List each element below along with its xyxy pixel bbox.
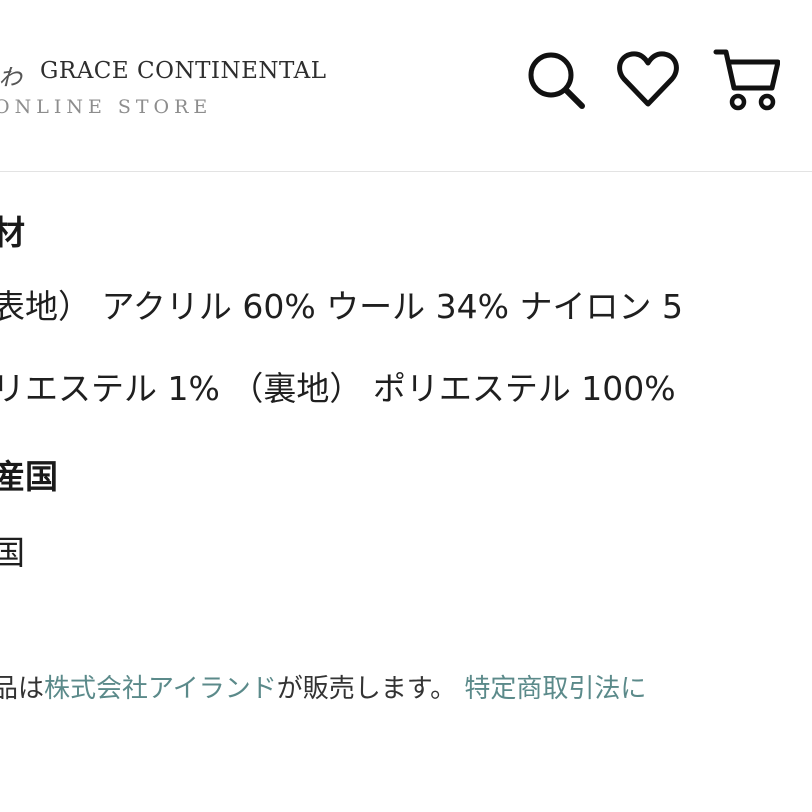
brand-name[interactable]: GRACE CONTINENTAL [40, 58, 327, 84]
cart-icon [713, 49, 780, 111]
material-line-1: 表地） アクリル 60% ウール 34% ナイロン 5 [0, 287, 683, 326]
origin-heading: 産国 [0, 457, 58, 496]
brand-subtitle: ONLINE STORE [0, 96, 213, 118]
seller-notice-middle: が販売します。 [276, 674, 465, 704]
seller-notice-prefix: 品は [0, 674, 45, 704]
site-header: ゎ GRACE CONTINENTAL ONLINE STORE [0, 0, 812, 172]
company-link[interactable]: 株式会社アイランド [44, 674, 277, 704]
seller-notice: 品は株式会社アイランドが販売します。 特定商取引法に [0, 668, 646, 705]
search-button[interactable] [522, 46, 590, 114]
cart-button[interactable] [712, 46, 780, 114]
origin-value: 国 [0, 533, 25, 572]
wishlist-button[interactable] [614, 46, 682, 114]
search-icon [528, 52, 585, 109]
material-line-2: リエステル 1% （裏地） ポリエステル 100% [0, 369, 676, 408]
heart-icon [617, 51, 679, 107]
brand-logo-mark: ゎ [0, 54, 24, 94]
material-heading: 材 [0, 213, 25, 252]
commercial-law-link[interactable]: 特定商取引法に [464, 674, 646, 704]
